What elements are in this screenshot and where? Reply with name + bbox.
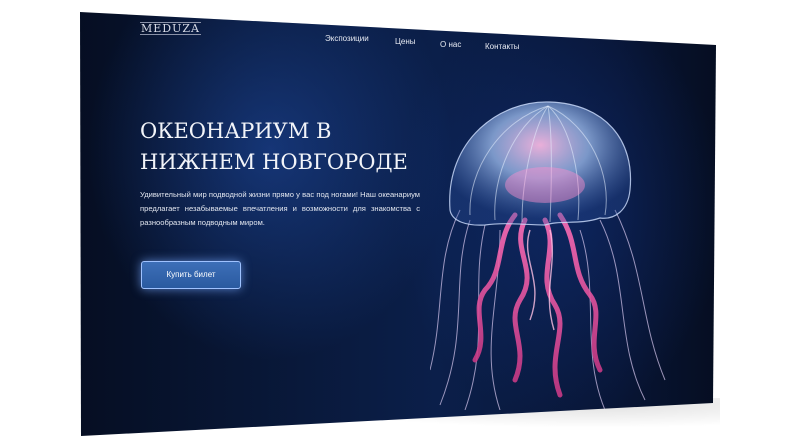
- nav-item-prices[interactable]: Цены: [395, 37, 416, 46]
- buy-ticket-button[interactable]: Купить билет: [141, 261, 241, 289]
- jellyfish-illustration: [430, 101, 666, 410]
- website-screen: MEDUZA Экспозиции Цены О нас Контакты ОК…: [80, 12, 716, 436]
- main-navigation: Экспозиции Цены О нас Контакты: [80, 34, 716, 51]
- hero-title: ОКЕОНАРИУМ В НИЖНЕМ НОВГОРОДЕ: [140, 119, 408, 174]
- nav-item-expositions[interactable]: Экспозиции: [325, 34, 369, 43]
- stage: MEDUZA Экспозиции Цены О нас Контакты ОК…: [0, 0, 794, 446]
- hero-description: Удивительный мир подводной жизни прямо у…: [140, 190, 420, 227]
- nav-item-about[interactable]: О нас: [440, 40, 461, 49]
- nav-item-contacts[interactable]: Контакты: [485, 42, 520, 51]
